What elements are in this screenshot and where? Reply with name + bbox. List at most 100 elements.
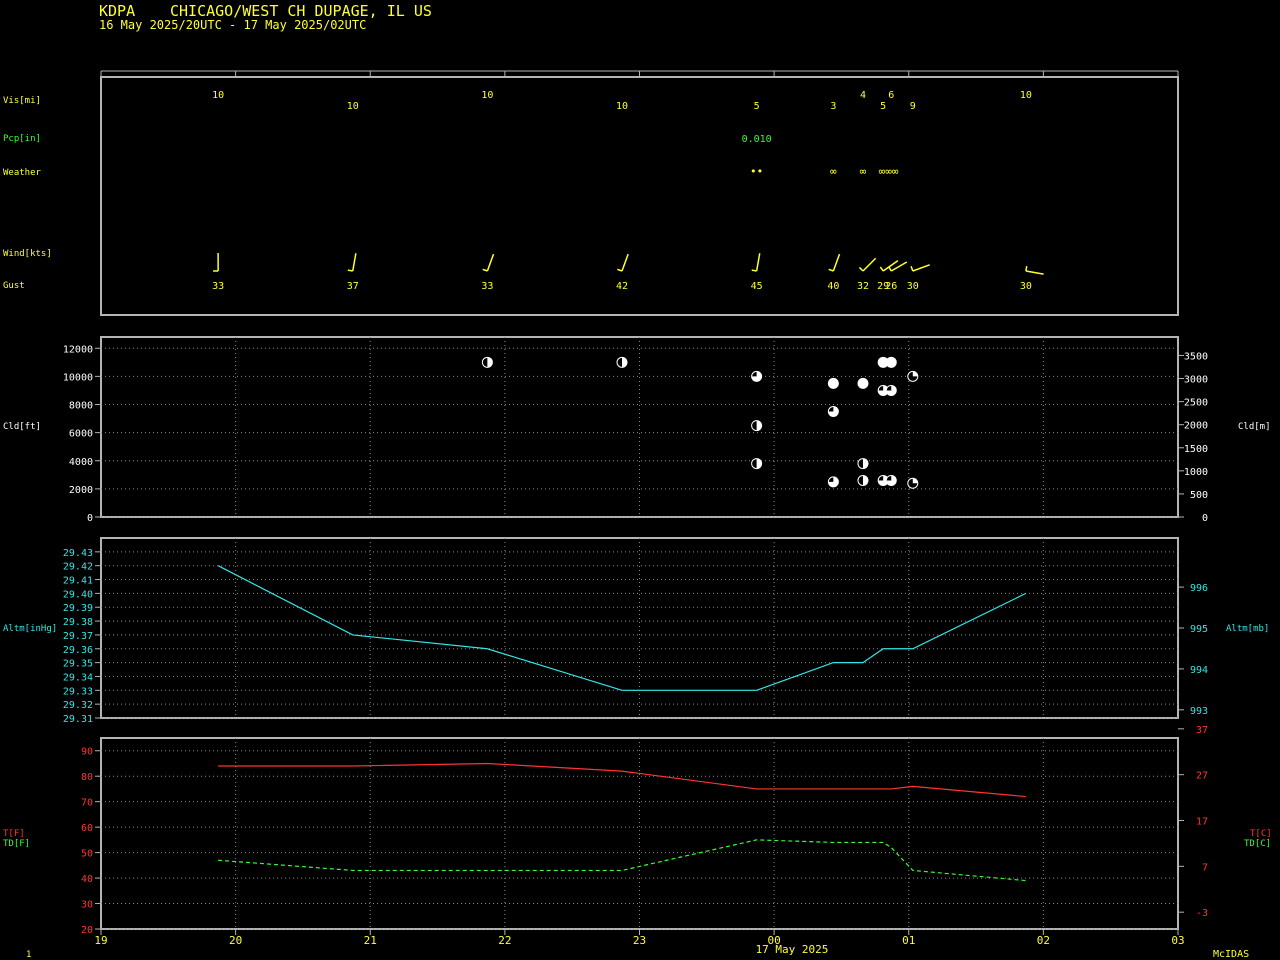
cloud-symbol <box>885 474 897 486</box>
temp-grid <box>101 738 1178 930</box>
dewpoint-right-label: TD[C] <box>1244 839 1271 849</box>
left-tick-label: 29.39 <box>63 603 93 614</box>
left-tick-label: 29.37 <box>63 631 93 642</box>
altm-grid <box>101 538 1178 719</box>
x-tick-label: 01 <box>902 934 915 947</box>
wind-barb <box>1025 265 1044 275</box>
date-label: 17 May 2025 <box>756 943 829 956</box>
cloud-symbol <box>857 377 869 389</box>
altm-left-label: Altm[inHg] <box>3 624 57 634</box>
altm-right-label: Altm[mb] <box>1226 624 1269 634</box>
left-tick-label: 29.38 <box>63 617 93 628</box>
left-tick-label: 60 <box>81 823 93 834</box>
left-tick-label: 2000 <box>69 485 93 496</box>
cloud-symbol <box>827 476 839 488</box>
weather-symbol: ∞∞∞ <box>879 165 899 178</box>
cloud-symbol <box>751 458 763 470</box>
wind-barb-flag <box>910 266 914 272</box>
temp-left-label: T[F] <box>3 829 25 839</box>
cloud-left-ticks: 0 2000 4000 6000 8000 10000 12000 <box>63 344 101 524</box>
cloud-symbol <box>616 356 628 368</box>
left-tick-label: 29.41 <box>63 576 93 587</box>
vis-value: 10 <box>481 90 493 101</box>
right-tick-label: 7 <box>1202 862 1208 873</box>
left-tick-label: 10000 <box>63 372 93 383</box>
left-tick-label: 50 <box>81 849 93 860</box>
gust-value: 37 <box>347 281 359 292</box>
temp-right-label: T[C] <box>1250 829 1272 839</box>
left-tick-label: 29.31 <box>63 714 93 725</box>
altm-left-ticks: 29.31 29.32 29.33 29.34 29.35 29.36 29.37 29.38… <box>63 548 101 725</box>
wind-barb-staff <box>1025 270 1044 275</box>
vis-value: 5 <box>880 101 886 112</box>
cloud-right-label: Cld[m] <box>1238 422 1271 432</box>
left-tick-label: 29.42 <box>63 562 93 573</box>
cloud-symbol <box>751 370 763 382</box>
cloud-symbol <box>481 356 493 368</box>
wind-barb <box>828 253 841 272</box>
wind-barb <box>888 261 908 272</box>
pcp-value: 0.010 <box>742 134 772 145</box>
wind-barb-flag <box>617 268 623 272</box>
weather-symbol: •• <box>750 165 763 178</box>
vis-value: 10 <box>1020 90 1032 101</box>
cloud-symbol-fill <box>862 475 868 486</box>
x-tick-label: 19 <box>94 934 107 947</box>
wind-barb-staff <box>832 253 841 272</box>
left-tick-label: 90 <box>81 747 93 758</box>
left-tick-label: 29.33 <box>63 686 93 697</box>
wind-barb-staff <box>352 253 357 272</box>
cloud-symbol-fill <box>857 378 868 389</box>
gust-value: 33 <box>212 281 224 292</box>
vis-value: 10 <box>212 90 224 101</box>
wind-barb <box>617 253 629 272</box>
cloud-symbol-fill <box>487 357 493 368</box>
altm-right-ticks: 993 994 995 996 <box>1178 583 1208 717</box>
wind-barb-flag <box>879 266 884 272</box>
wind-barb <box>858 257 877 272</box>
cloud-symbol <box>827 377 839 389</box>
right-tick-label: 994 <box>1190 665 1208 676</box>
left-tick-label: 29.34 <box>63 672 93 683</box>
left-tick-label: 70 <box>81 798 93 809</box>
left-tick-label: 80 <box>81 772 93 783</box>
cloud-symbols <box>481 356 919 489</box>
wind-barb <box>910 264 930 272</box>
vis-value: 5 <box>754 101 760 112</box>
x-tick-label: 03 <box>1171 934 1184 947</box>
temperature-line <box>218 762 1026 798</box>
obs-panel-frame <box>100 76 1179 316</box>
left-tick-label: 29.40 <box>63 589 93 600</box>
cloud-symbol-fill <box>862 458 868 469</box>
left-tick-label: 4000 <box>69 457 93 468</box>
left-tick-label: 12000 <box>63 344 93 355</box>
x-tick-label: 20 <box>229 934 242 947</box>
gust-values: 33 37 33 42 45 40 32 2926 30 30 <box>212 281 1032 292</box>
wind-barb-flag <box>888 266 892 272</box>
right-tick-label: 3500 <box>1184 351 1208 362</box>
gust-value: 33 <box>481 281 493 292</box>
cloud-symbol <box>907 370 919 382</box>
cloud-symbol-fill <box>621 357 627 368</box>
gust-value: 30 <box>1020 281 1032 292</box>
temp-right-ticks: -3 7 17 27 37 <box>1178 725 1208 919</box>
right-tick-label: 995 <box>1190 624 1208 635</box>
right-tick-label: 2500 <box>1184 398 1208 409</box>
cloud-symbol <box>885 384 897 396</box>
left-tick-label: 29.35 <box>63 659 93 670</box>
x-tick-label: 23 <box>633 934 646 947</box>
vis-value: 3 <box>830 101 836 112</box>
wind-barb <box>482 253 495 272</box>
page-number: 1 <box>26 950 31 960</box>
vis-value: 10 <box>616 101 628 112</box>
left-tick-label: 0 <box>87 513 93 524</box>
right-tick-label: 996 <box>1190 583 1208 594</box>
right-tick-label: 0 <box>1202 513 1208 524</box>
cloud-symbol-fill <box>912 371 918 377</box>
cloud-symbol <box>857 474 869 486</box>
left-tick-label: 29.36 <box>63 645 93 656</box>
wind-barb-staff <box>912 264 930 272</box>
meteogram: KDPA CHICAGO/WEST CH DUPAGE, IL US 16 Ma… <box>3 2 1272 960</box>
gust-value: 40 <box>827 281 839 292</box>
vis-value: 10 <box>347 101 359 112</box>
